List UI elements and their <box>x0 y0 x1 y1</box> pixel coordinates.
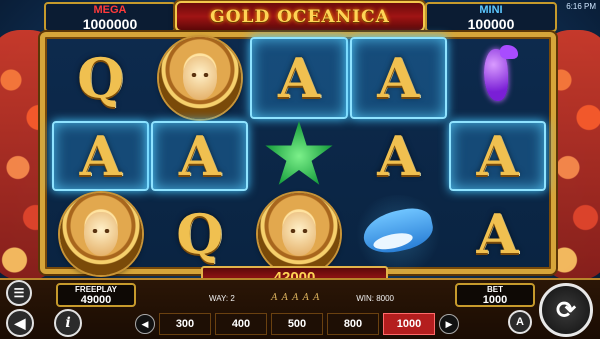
reel-cell: A <box>449 193 546 275</box>
symbol-a: A <box>476 202 519 266</box>
symbol-q: Q <box>176 202 224 266</box>
freeplay-label: FREEPLAY <box>75 285 117 294</box>
way-label: WAY: 2 <box>209 293 235 303</box>
starfish-icon <box>265 121 333 185</box>
reel-cell <box>449 37 546 119</box>
bet-option[interactable]: 300 <box>159 313 211 335</box>
reel-cell: A <box>250 37 348 119</box>
win-label: WIN: 8000 <box>356 293 394 303</box>
way-symbol: A <box>271 293 278 303</box>
mini-jackpot-label: MINI <box>479 4 503 16</box>
chevron-left-icon[interactable]: ◀ <box>135 314 155 334</box>
symbol-a: A <box>178 124 221 188</box>
bet-option[interactable]: 400 <box>215 313 267 335</box>
seahorse-icon <box>472 43 522 113</box>
freeplay-panel: FREEPLAY 49000 <box>56 283 136 307</box>
reel-cell <box>52 193 149 275</box>
reel-cell: Q <box>151 193 248 275</box>
bet-label: BET <box>487 285 503 294</box>
reel-cell <box>250 121 347 191</box>
symbol-a: A <box>278 46 320 110</box>
symbol-a: A <box>377 46 420 110</box>
reel-cell: A <box>151 121 249 191</box>
freeplay-value: 49000 <box>80 294 112 306</box>
mega-jackpot-label: MEGA <box>93 4 127 16</box>
symbol-a: A <box>79 124 122 188</box>
mini-jackpot: MINI 100000 <box>425 2 557 32</box>
bet-option-selected[interactable]: 1000 <box>383 313 435 335</box>
reel-cell: A <box>52 121 150 191</box>
reel-cell <box>350 193 447 275</box>
symbol-a: A <box>476 124 519 188</box>
bet-selector: ◀ 300 400 500 800 1000 ▶ <box>135 312 475 336</box>
bet-value: 1000 <box>482 294 508 306</box>
mega-jackpot-value: 1000000 <box>82 16 138 32</box>
bet-option[interactable]: 500 <box>271 313 323 335</box>
way-symbol: A <box>292 293 299 303</box>
goddess-medallion-icon <box>257 193 340 275</box>
goddess-medallion-icon <box>158 37 241 119</box>
goddess-medallion-icon <box>59 193 142 275</box>
bet-panel: BET 1000 <box>455 283 535 307</box>
reel-cell: A <box>448 121 546 191</box>
reels-grid: QAAAAAAQA <box>52 37 546 275</box>
info-icon[interactable]: i <box>54 309 82 337</box>
game-title: GOLD OCEANICA <box>175 1 425 32</box>
clock: 6:16 PM <box>566 2 596 11</box>
way-symbol: A <box>313 293 320 303</box>
win-info-line: WAY: 2 AAAAA WIN: 8000 <box>209 291 394 305</box>
way-symbol: A <box>281 293 289 303</box>
chevron-right-icon[interactable]: ▶ <box>439 314 459 334</box>
reel-cell <box>151 37 248 119</box>
reel-cell <box>250 193 347 275</box>
symbol-a: A <box>377 124 420 188</box>
autoplay-icon[interactable]: A <box>508 310 532 334</box>
bet-option[interactable]: 800 <box>327 313 379 335</box>
mega-jackpot: MEGA 1000000 <box>44 2 176 32</box>
symbol-q: Q <box>77 46 125 110</box>
reel-cell: A <box>350 121 447 191</box>
way-symbol: A <box>302 293 310 303</box>
spin-icon[interactable]: ⟳ <box>539 283 593 337</box>
hamburger-icon[interactable]: ☰ <box>6 280 32 306</box>
reel-cell: Q <box>52 37 149 119</box>
dolphin-icon <box>353 195 444 273</box>
mini-jackpot-value: 100000 <box>467 16 515 32</box>
way-symbols: AAAAA <box>269 293 322 303</box>
reel-cell: A <box>349 37 447 119</box>
speaker-icon[interactable]: ◀ <box>6 309 34 337</box>
